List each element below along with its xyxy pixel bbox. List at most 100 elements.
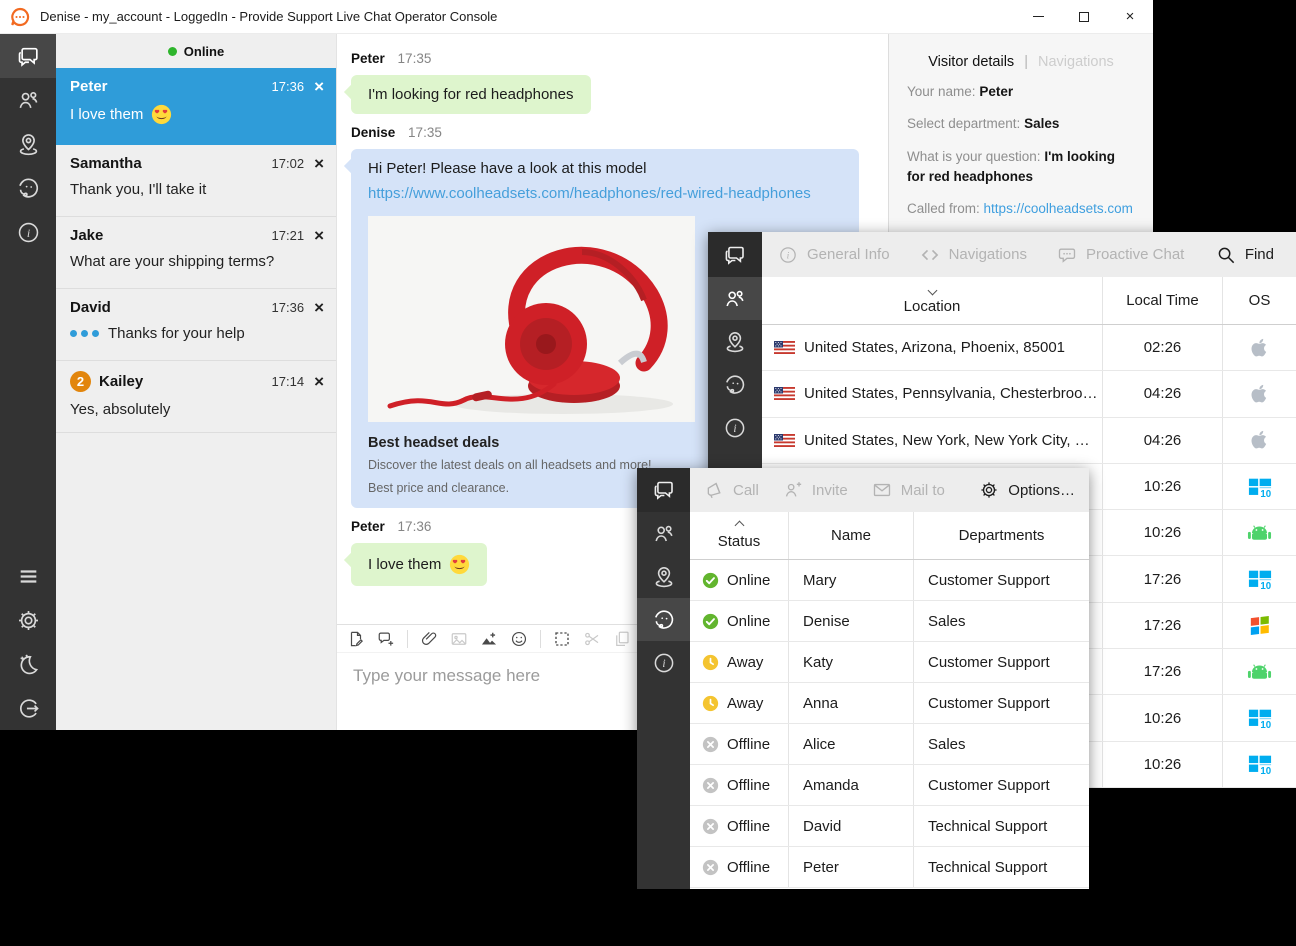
sidebar-item-operators[interactable] [708, 363, 762, 406]
find-button[interactable]: Find [1216, 245, 1274, 265]
operator-row[interactable]: Offline Amanda Customer Support [690, 765, 1089, 806]
main-sidebar [0, 34, 56, 730]
copy-icon[interactable] [613, 630, 631, 648]
operator-row[interactable]: Online Denise Sales [690, 601, 1089, 642]
visitor-row[interactable]: United States, Pennsylvania, Chesterbroo… [762, 371, 1296, 417]
person-plus-icon [783, 480, 803, 500]
attach-file-icon[interactable] [420, 630, 438, 648]
info-icon [723, 416, 747, 440]
toolbar-divider [407, 630, 408, 648]
canned-response-icon[interactable] [347, 630, 365, 648]
chat-name: Samantha [70, 155, 142, 172]
close-chat-icon[interactable]: × [314, 227, 324, 244]
tab-proactive-chat[interactable]: Proactive Chat [1057, 245, 1184, 265]
sidebar-item-logout[interactable] [0, 686, 56, 730]
called-from-link[interactable]: https://coolheadsets.com [984, 201, 1133, 216]
close-chat-icon[interactable]: × [314, 78, 324, 95]
chat-list-item-david[interactable]: David 17:36 × Thanks for your help [56, 289, 336, 361]
minimize-button[interactable] [1015, 0, 1061, 34]
sidebar-item-chats[interactable] [637, 468, 690, 512]
screenshot-select-icon[interactable] [553, 630, 571, 648]
chat-name: Kailey [99, 373, 143, 390]
online-status-dot [168, 47, 177, 56]
visitor-local-time: 10:26 [1144, 524, 1182, 541]
sidebar-item-geo-map[interactable] [637, 555, 690, 598]
mail-to-label: Mail to [901, 482, 945, 499]
column-header-departments[interactable]: Departments [913, 512, 1089, 559]
column-header-os[interactable]: OS [1222, 277, 1296, 324]
heart-eyes-emoji-icon [151, 104, 172, 125]
windows10-os-icon [1248, 475, 1272, 499]
sidebar-item-info[interactable] [708, 406, 762, 449]
close-chat-icon[interactable]: × [314, 155, 324, 172]
insert-image-icon[interactable] [480, 630, 498, 648]
sidebar-item-info[interactable] [637, 641, 690, 684]
sidebar-item-operators[interactable] [0, 166, 56, 210]
invite-button[interactable]: Invite [783, 480, 848, 500]
close-chat-icon[interactable]: × [314, 299, 324, 316]
apple-os-icon [1249, 337, 1271, 359]
tab-navigations[interactable]: Navigations [1038, 54, 1114, 70]
operator-row[interactable]: Offline Peter Technical Support [690, 847, 1089, 888]
operator-row[interactable]: Away Anna Customer Support [690, 683, 1089, 724]
column-header-local-time[interactable]: Local Time [1102, 277, 1222, 324]
column-header-status[interactable]: Status [690, 512, 788, 559]
call-label: Call [733, 482, 759, 499]
close-button[interactable]: × [1107, 0, 1153, 34]
sidebar-item-visitors[interactable] [708, 277, 762, 320]
online-status-label: Online [184, 44, 224, 59]
sidebar-item-geo-map[interactable] [708, 320, 762, 363]
sidebar-item-geo-map[interactable] [0, 122, 56, 166]
operator-name: Katy [803, 654, 833, 671]
chat-icon [723, 243, 747, 267]
column-header-name[interactable]: Name [788, 512, 913, 559]
operator-row[interactable]: Away Katy Customer Support [690, 642, 1089, 683]
maximize-button[interactable] [1061, 0, 1107, 34]
invite-label: Invite [812, 482, 848, 499]
sidebar-item-chats[interactable] [0, 34, 56, 78]
sidebar-item-chats[interactable] [708, 232, 762, 277]
code-brackets-icon [920, 245, 940, 265]
close-chat-icon[interactable]: × [314, 373, 324, 390]
sidebar-item-dark-mode[interactable] [0, 642, 56, 686]
operator-status: Offline [727, 736, 770, 753]
options-button[interactable]: Options… [979, 480, 1075, 500]
operator-row[interactable]: Offline Alice Sales [690, 724, 1089, 765]
visitor-row[interactable]: United States, New York, New York City, … [762, 418, 1296, 464]
chat-list-item-kailey[interactable]: 2 Kailey 17:14 × Yes, absolutely [56, 361, 336, 433]
product-link[interactable]: https://www.coolheadsets.com/headphones/… [368, 185, 842, 202]
visitor-message-bubble: I'm looking for red headphones [351, 75, 591, 114]
mail-to-button[interactable]: Mail to [872, 480, 945, 500]
operator-name: David [803, 818, 841, 835]
operators-window: Call Invite Mail to Options… Status [637, 468, 1089, 889]
chat-list-item-jake[interactable]: Jake 17:21 × What are your shipping term… [56, 217, 336, 289]
message-time: 17:36 [398, 519, 432, 534]
tab-navigations[interactable]: Navigations [920, 245, 1027, 265]
cut-icon[interactable] [583, 630, 601, 648]
send-image-icon[interactable] [450, 630, 468, 648]
visitors-icon [652, 522, 676, 546]
sidebar-item-operators[interactable] [637, 598, 690, 641]
sidebar-item-menu[interactable] [0, 554, 56, 598]
operator-presence[interactable]: Online [56, 34, 336, 68]
operator-row[interactable]: Offline David Technical Support [690, 806, 1089, 847]
emoji-icon[interactable] [510, 630, 528, 648]
add-canned-response-icon[interactable] [377, 630, 395, 648]
tab-general-info[interactable]: General Info [778, 245, 890, 265]
sidebar-item-visitors[interactable] [0, 78, 56, 122]
sidebar-item-visitors[interactable] [637, 512, 690, 555]
message-text: I'm looking for red headphones [368, 86, 574, 103]
chat-list-item-peter[interactable]: Peter 17:36 × I love them [56, 68, 336, 145]
visitor-row[interactable]: United States, Arizona, Phoenix, 85001 0… [762, 325, 1296, 371]
info-circle-icon [778, 245, 798, 265]
column-header-location[interactable]: Location [762, 277, 1102, 324]
tab-visitor-details[interactable]: Visitor details [928, 54, 1014, 70]
field-label: What is your question: [907, 149, 1041, 164]
search-icon [1216, 245, 1236, 265]
sidebar-item-settings[interactable] [0, 598, 56, 642]
sidebar-item-info[interactable] [0, 210, 56, 254]
visitor-local-time: 02:26 [1144, 339, 1182, 356]
chat-list-item-samantha[interactable]: Samantha 17:02 × Thank you, I'll take it [56, 145, 336, 217]
call-button[interactable]: Call [704, 480, 759, 500]
operator-row[interactable]: Online Mary Customer Support [690, 560, 1089, 601]
